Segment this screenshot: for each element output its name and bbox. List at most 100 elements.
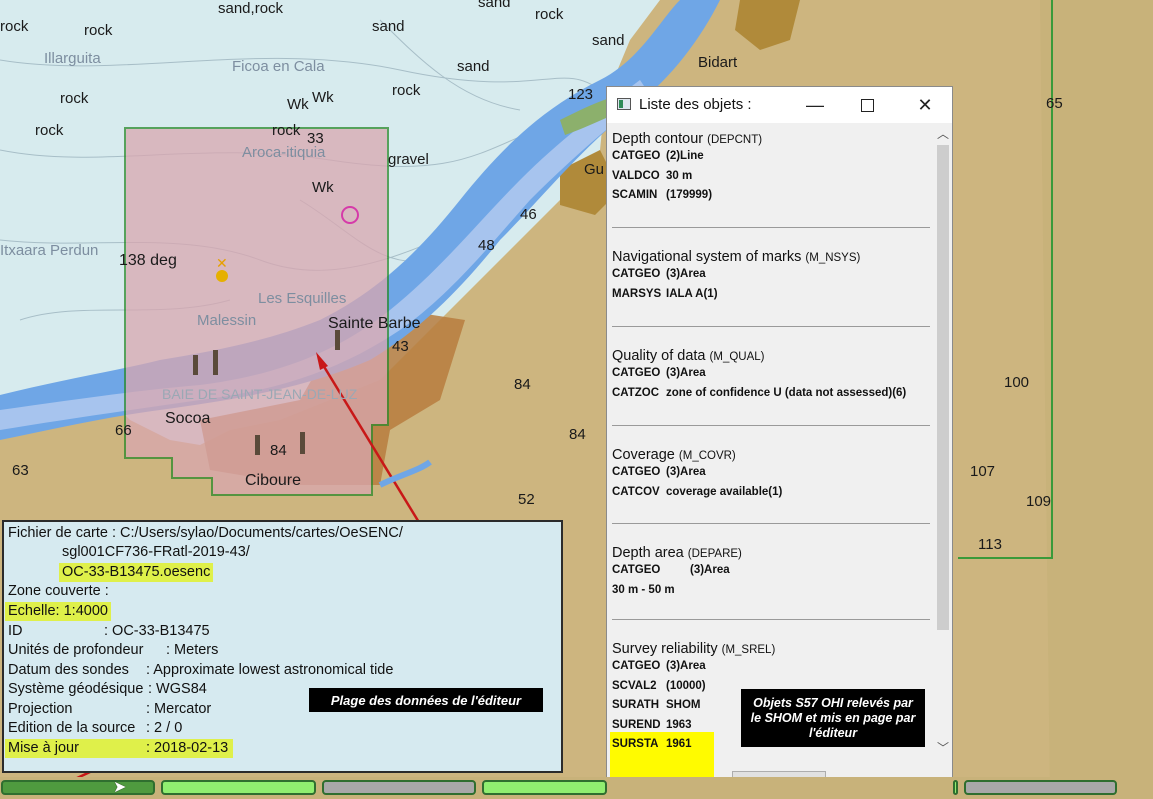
map-label-sainte-barbe: Sainte Barbe [328,315,421,332]
geodetic-value: : WGS84 [148,681,207,697]
map-label-65: 65 [1046,95,1063,112]
object-name: Navigational system of marks (M_NSYS) [612,249,861,265]
chart-chip[interactable] [322,780,476,795]
close-button[interactable]: ✕ [902,87,948,123]
datum-value: : Approximate lowest astronomical tide [146,662,394,678]
svg-text:✕: ✕ [216,256,228,272]
scroll-thumb[interactable] [937,145,949,630]
object-name: Depth area (DEPARE) [612,545,742,561]
scale-value: Echelle: 1:4000 [5,602,111,621]
file-path-line1: Fichier de carte : C:/Users/sylao/Docume… [8,525,403,541]
maximize-button[interactable] [844,87,890,123]
map-label-46: 46 [520,206,537,223]
map-label-malessin: Malessin [197,312,257,329]
map-label-113: 113 [978,536,1002,553]
map-label-rock: rock [60,90,89,107]
map-label-84: 84 [569,426,586,443]
geodetic-key: Système géodésique [8,681,144,697]
app-icon [617,98,631,110]
map-label-rock: rock [392,82,421,99]
chart-bar[interactable]: ➤ [0,777,1153,799]
projection-value: : Mercator [146,701,212,717]
map-label-sand: sand [372,18,405,35]
map-label-lesesquilles: Les Esquilles [258,290,347,307]
units-value: : Meters [166,642,219,658]
map-label-109: 109 [1026,493,1052,510]
separator [612,326,930,327]
map-label-rock: rock [84,22,113,39]
chart-chip[interactable] [953,780,958,795]
map-label-rock: rock [272,122,301,139]
maximize-icon [860,98,874,112]
object-name: Coverage (M_COVR) [612,447,736,463]
map-label-wk: Wk [312,179,334,196]
datum-key: Datum des sondes [8,662,129,678]
dialog-titlebar[interactable]: Liste des objets : — ✕ [607,87,952,123]
edition-key: Edition de la source [8,720,136,736]
id-key: ID [8,623,23,639]
object-list[interactable]: Depth contour (DEPCNT) CATGEO (2)Line VAL… [607,123,952,792]
separator [612,227,930,228]
map-label-63: 63 [12,462,29,479]
scrollbar[interactable]: ︿ ﹀ [934,123,952,757]
map-label-wk: Wk [312,89,334,106]
update-value: : 2018-02-13 [146,740,229,756]
separator [612,619,930,620]
map-label-wk: Wk [287,96,309,113]
map-label-43: 43 [392,338,409,355]
map-label-138-deg: 138 deg [119,252,177,269]
scroll-up-icon[interactable]: ︿ [934,125,952,142]
map-label-bidart: Bidart [698,54,738,71]
id-value: : OC-33-B13475 [104,623,210,639]
units-key: Unités de profondeur [8,642,144,658]
separator [612,425,930,426]
map-label-rock: rock [35,122,64,139]
chart-chip[interactable] [1,780,155,795]
close-icon: ✕ [917,94,933,115]
map-label-84: 84 [270,442,287,459]
map-label-ficoenecala: Ficoa en Cala [232,58,325,75]
map-label-66: 66 [115,422,132,439]
map-label-sand: sand [478,0,511,11]
map-label-100: 100 [1004,374,1030,391]
chart-info-panel: Fichier de carte : C:/Users/sylao/Docume… [2,520,563,773]
map-label-107: 107 [970,463,996,480]
map-label-gu: Gu [584,161,605,178]
mouse-cursor-icon: ➤ [113,779,127,796]
file-name: OC-33-B13475.oesenc [59,563,214,582]
edition-value: : 2 / 0 [146,720,183,736]
object-list-dialog[interactable]: Liste des objets : — ✕ Depth contour (DE… [606,86,953,799]
chart-chip[interactable] [161,780,316,795]
file-path-line2: sgl001CF736-FRatl-2019-43/ [62,544,250,560]
map-label-rock: rock [535,6,564,23]
dialog-title: Liste des objets : [639,96,752,113]
map-label-rock: rock [0,18,29,35]
chart-chip[interactable] [964,780,1117,795]
list-item: Depth area (DEPARE) CATGEO (3)Area 30 m -… [612,545,930,600]
map-label-52: 52 [518,491,535,508]
map-label-illarguita: Illarguita [44,50,101,67]
minimize-icon: — [806,94,824,115]
map-label-123: 123 [568,86,594,103]
map-label-sand: sand [457,58,490,75]
map-label-ciboure: Ciboure [245,472,302,489]
map-label-gravel: gravel [388,151,429,168]
map-label-84: 84 [514,376,531,393]
ohi-objects-banner: Objets S57 OHI relevés par le SHOM et mi… [741,689,925,747]
map-label-baie: BAIE DE SAINT-JEAN-DE-LUZ [162,386,358,402]
map-label-perdun: Itxaara Perdun [0,242,99,259]
editor-data-banner: Plage des données de l'éditeur [309,688,543,712]
object-name: Depth contour (DEPCNT) [612,131,763,147]
list-item: Quality of data (M_QUAL) CATGEO (3)Area C… [612,348,930,403]
separator [612,523,930,524]
map-label-33: 33 [307,130,324,147]
minimize-button[interactable]: — [792,87,838,123]
object-name: Quality of data (M_QUAL) [612,348,765,364]
map-label-sand: sand [592,32,625,49]
list-item: Depth contour (DEPCNT) CATGEO (2)Line VAL… [612,131,930,206]
scroll-down-icon[interactable]: ﹀ [934,739,952,756]
object-name: Survey reliability (M_SREL) [612,641,776,657]
chart-chip[interactable] [482,780,607,795]
list-item: Coverage (M_COVR) CATGEO (3)Area CATCOV co… [612,447,930,502]
projection-key: Projection [8,701,73,717]
